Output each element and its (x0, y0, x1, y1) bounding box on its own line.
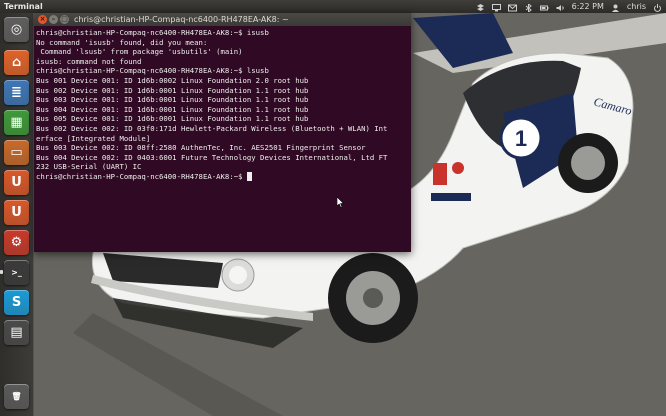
top-panel: Terminal 6:22 PM chris (0, 0, 666, 13)
settings-icon[interactable]: ⚙ (4, 230, 29, 255)
terminal-line: 232 USB-Serial (UART) IC (36, 162, 142, 172)
user-icon[interactable] (611, 3, 620, 12)
mail-icon[interactable] (507, 3, 517, 11)
terminal-line: chris@christian-HP-Compaq-nc6400-RH478EA… (36, 66, 269, 76)
dash-home-icon[interactable]: ◎ (4, 17, 29, 42)
terminal-line: isusb: command not found (36, 56, 142, 66)
terminal-line: Bus 003 Device 002: ID 08ff:2580 AuthenT… (36, 143, 366, 153)
terminal-line: erface [Integrated Module] (36, 133, 151, 143)
text-cursor (246, 171, 252, 181)
terminal-line: Bus 004 Device 001: ID 1d6b:0001 Linux F… (36, 104, 309, 114)
dropbox-icon[interactable] (476, 3, 485, 11)
car-number: 1 (515, 126, 527, 151)
minimize-button[interactable]: – (49, 15, 58, 24)
launcher: ◎ ⌂ ≣ ▦ ▭ U U ⚙ >_ S ▤ 🗑 (0, 13, 34, 416)
clock-label[interactable]: 6:22 PM (572, 0, 604, 13)
power-icon[interactable] (653, 3, 662, 12)
terminal-line: Command 'lsusb' from package 'usbutils' … (36, 47, 243, 57)
ubuntu-one-icon[interactable]: U (4, 200, 29, 225)
terminal-line: chris@christian-HP-Compaq-nc6400-RH478EA… (36, 171, 409, 182)
network-icon[interactable] (491, 3, 501, 11)
skype-icon[interactable]: S (4, 290, 29, 315)
home-folder-icon[interactable]: ⌂ (4, 50, 29, 75)
maximize-button[interactable]: □ (60, 15, 69, 24)
terminal-icon[interactable]: >_ (4, 260, 29, 285)
impress-icon[interactable]: ▭ (4, 140, 29, 165)
terminal-line: No command 'isusb' found, did you mean: (36, 37, 208, 47)
active-app-title: Terminal (4, 2, 43, 11)
terminal-window[interactable]: × – □ chris@christian-HP-Compaq-nc6400-R… (34, 13, 411, 252)
calc-icon[interactable]: ▦ (4, 110, 29, 135)
terminal-line: Bus 002 Device 001: ID 1d6b:0001 Linux F… (36, 85, 309, 95)
terminal-line: Bus 002 Device 002: ID 03f0:171d Hewlett… (36, 123, 388, 133)
window-title: chris@christian-HP-Compaq-nc6400-RH478EA… (74, 15, 289, 24)
user-name-label[interactable]: chris (627, 0, 646, 13)
terminal-line: Bus 005 Device 001: ID 1d6b:0001 Linux F… (36, 114, 309, 124)
volume-icon[interactable] (556, 3, 565, 11)
trash-icon[interactable]: 🗑 (4, 384, 29, 409)
terminal-line: Bus 001 Device 001: ID 1d6b:0002 Linux F… (36, 75, 309, 85)
bluetooth-icon[interactable] (524, 2, 533, 13)
terminal-output[interactable]: chris@christian-HP-Compaq-nc6400-RH478EA… (36, 28, 409, 250)
terminal-line: chris@christian-HP-Compaq-nc6400-RH478EA… (36, 28, 269, 37)
terminal-line: Bus 003 Device 001: ID 1d6b:0001 Linux F… (36, 95, 309, 105)
running-indicator (0, 270, 3, 274)
terminal-line: Bus 004 Device 002: ID 0403:6001 Future … (36, 152, 388, 162)
mouse-pointer-icon (337, 197, 345, 208)
window-titlebar[interactable]: × – □ chris@christian-HP-Compaq-nc6400-R… (34, 13, 411, 26)
close-button[interactable]: × (38, 15, 47, 24)
software-center-icon[interactable]: U (4, 170, 29, 195)
battery-icon[interactable] (539, 3, 549, 11)
workspaces-icon[interactable]: ▤ (4, 320, 29, 345)
writer-icon[interactable]: ≣ (4, 80, 29, 105)
indicator-tray: 6:22 PM chris (476, 0, 662, 13)
